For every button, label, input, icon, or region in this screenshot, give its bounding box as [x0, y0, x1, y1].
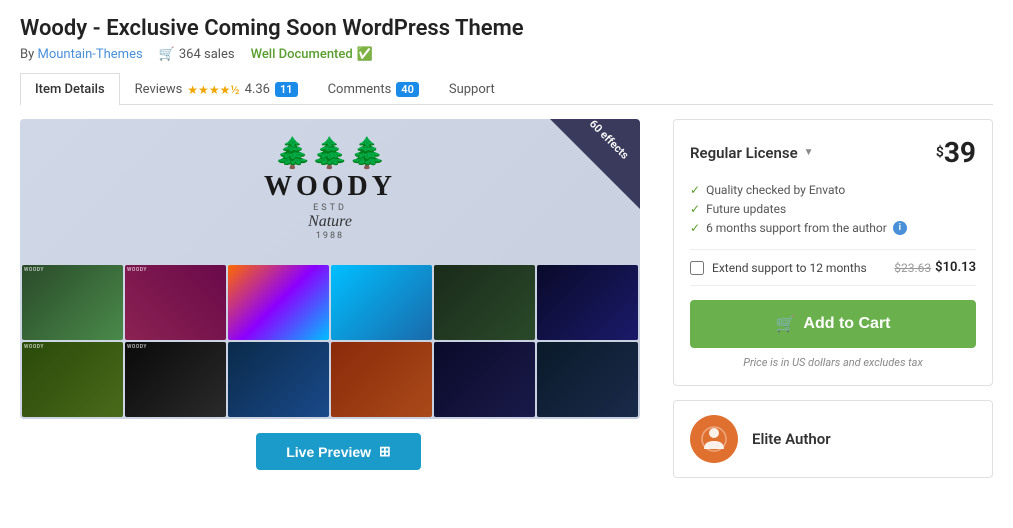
- left-panel: 60 effects 🌲🌲🌲 WOODY ESTD Nature 1988: [20, 119, 657, 478]
- thumb-1: WOODY: [22, 265, 123, 340]
- page-wrapper: Woody - Exclusive Coming Soon WordPress …: [0, 0, 1013, 528]
- meta-row: By Mountain-Themes 🛒 364 sales Well Docu…: [20, 47, 993, 62]
- star-rating: ★★★★½: [187, 83, 239, 97]
- live-preview-button[interactable]: Live Preview ⊞: [256, 433, 421, 470]
- thumb-11: [434, 342, 535, 417]
- check-icon-2: ✓: [690, 202, 700, 216]
- tab-comments[interactable]: Comments 40: [313, 73, 434, 105]
- feature-2: ✓ Future updates: [690, 202, 976, 216]
- extend-old-price: $23.63: [894, 261, 931, 275]
- elite-author-avatar: [690, 415, 738, 463]
- extend-price: $23.63 $10.13: [894, 260, 976, 275]
- check-icon-3: ✓: [690, 221, 700, 235]
- thumb-5: [434, 265, 535, 340]
- license-price: $39: [936, 136, 976, 169]
- thumb-12: [537, 342, 638, 417]
- reviews-count-badge: 11: [275, 82, 298, 97]
- add-to-cart-button[interactable]: 🛒 Add to Cart: [690, 300, 976, 348]
- feature-3: ✓ 6 months support from the author i: [690, 221, 976, 235]
- cart-icon-small: 🛒: [159, 47, 175, 62]
- by-label: By Mountain-Themes: [20, 47, 143, 62]
- badge-corner-text: 60 effects: [587, 119, 632, 162]
- info-icon[interactable]: i: [893, 221, 907, 235]
- thumb-10: [331, 342, 432, 417]
- dropdown-arrow-icon[interactable]: ▼: [804, 147, 814, 158]
- preview-image-container: 60 effects 🌲🌲🌲 WOODY ESTD Nature 1988: [20, 119, 640, 419]
- well-documented-badge: Well Documented ✅: [251, 47, 373, 62]
- woody-wordmark: WOODY: [264, 171, 396, 203]
- add-to-cart-label: Add to Cart: [803, 315, 890, 333]
- trees-icon: 🌲🌲🌲: [264, 139, 396, 169]
- feature-1: ✓ Quality checked by Envato: [690, 183, 976, 197]
- woody-logo: 🌲🌲🌲 WOODY ESTD Nature 1988: [264, 139, 396, 241]
- license-title: Regular License ▼: [690, 144, 814, 162]
- rating-value: 4.36: [245, 82, 270, 97]
- license-box: Regular License ▼ $39 ✓ Quality checked …: [673, 119, 993, 386]
- main-content: 60 effects 🌲🌲🌲 WOODY ESTD Nature 1988: [20, 119, 993, 478]
- nature-text: Nature: [264, 213, 396, 231]
- live-preview-label: Live Preview: [286, 444, 371, 460]
- thumb-7: WOODY: [22, 342, 123, 417]
- thumb-6: [537, 265, 638, 340]
- page-title: Woody - Exclusive Coming Soon WordPress …: [20, 16, 993, 41]
- extend-support-checkbox[interactable]: [690, 261, 704, 275]
- sales-info: 🛒 364 sales: [159, 47, 235, 62]
- extend-support-row: Extend support to 12 months $23.63 $10.1…: [690, 249, 976, 286]
- author-link[interactable]: Mountain-Themes: [38, 47, 143, 62]
- grid-icon: ⊞: [379, 443, 391, 460]
- preview-main: 60 effects 🌲🌲🌲 WOODY ESTD Nature 1988: [20, 119, 640, 419]
- right-panel: Regular License ▼ $39 ✓ Quality checked …: [673, 119, 993, 478]
- check-icon-1: ✓: [690, 183, 700, 197]
- elite-author-icon: [700, 425, 728, 453]
- estd-text: ESTD: [264, 203, 396, 213]
- thumb-9: [228, 342, 329, 417]
- thumbnail-grid: WOODY WOODY WOODY WOODY: [20, 263, 640, 419]
- tabs-bar: Item Details Reviews ★★★★½ 4.36 11 Comme…: [20, 72, 993, 105]
- price-note: Price is in US dollars and excludes tax: [690, 356, 976, 369]
- comments-count-badge: 40: [396, 82, 419, 97]
- thumb-3: [228, 265, 329, 340]
- thumb-2: WOODY: [125, 265, 226, 340]
- elite-author-label: Elite Author: [752, 430, 831, 448]
- tab-reviews[interactable]: Reviews ★★★★½ 4.36 11: [120, 73, 313, 105]
- extend-support-label: Extend support to 12 months: [712, 261, 886, 275]
- extend-new-price: $10.13: [935, 260, 976, 275]
- check-circle-icon: ✅: [357, 47, 373, 62]
- tab-support[interactable]: Support: [434, 73, 510, 105]
- features-list: ✓ Quality checked by Envato ✓ Future upd…: [690, 183, 976, 235]
- elite-author-box: Elite Author: [673, 400, 993, 478]
- badge-corner: 60 effects: [550, 119, 640, 209]
- tab-item-details[interactable]: Item Details: [20, 73, 120, 105]
- cart-icon: 🛒: [775, 314, 795, 334]
- thumb-4: [331, 265, 432, 340]
- sales-count: 364 sales: [179, 47, 235, 62]
- year-text: 1988: [264, 231, 396, 241]
- thumb-8: WOODY: [125, 342, 226, 417]
- license-header: Regular License ▼ $39: [690, 136, 976, 169]
